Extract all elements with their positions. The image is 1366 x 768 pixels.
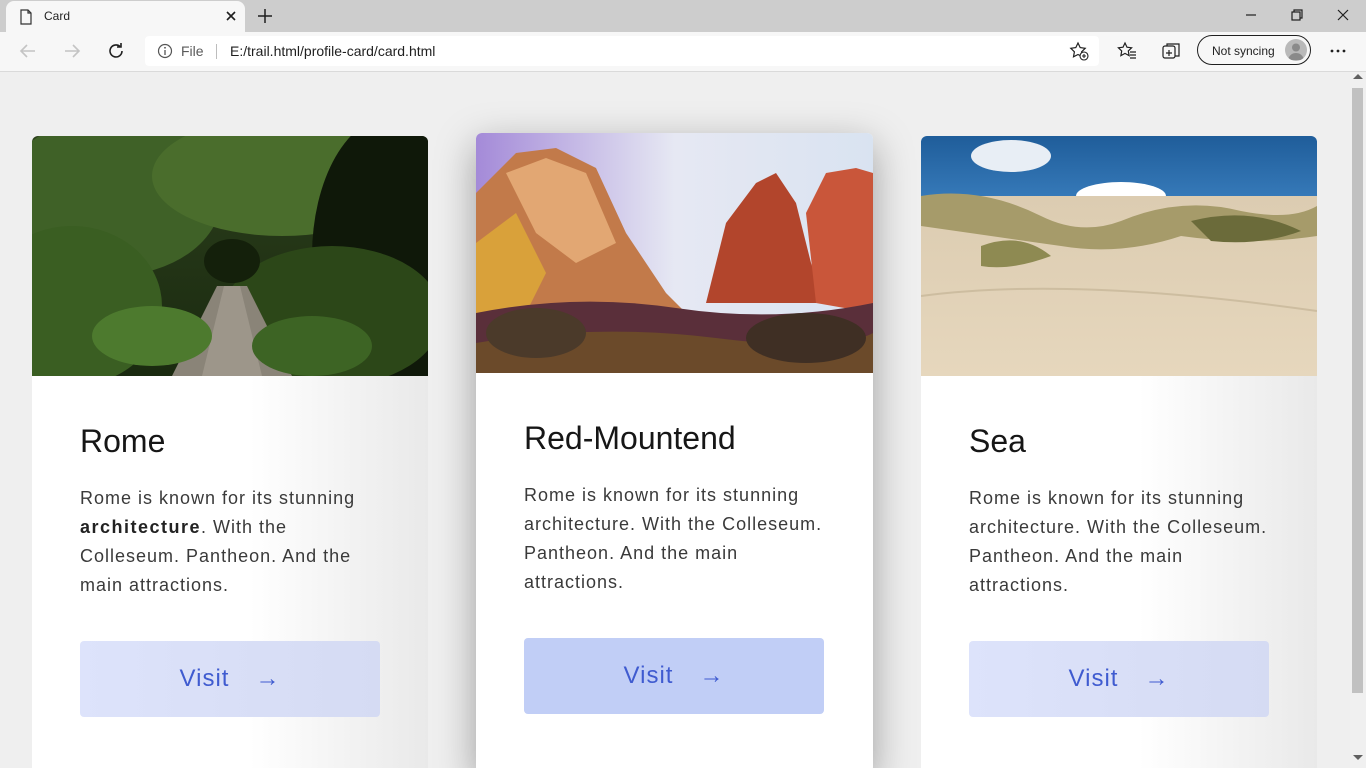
scrollbar-thumb[interactable] (1352, 88, 1363, 693)
red-canyon-image (476, 133, 873, 373)
window-close-icon[interactable] (1333, 5, 1353, 25)
card-description: Rome is known for its stunning architect… (80, 484, 390, 600)
visit-label: Visit (1068, 665, 1119, 692)
restore-icon[interactable] (1287, 5, 1307, 25)
browser-toolbar: File E:/trail.html/profile-card/card.htm… (0, 32, 1366, 72)
back-icon[interactable] (18, 41, 38, 61)
info-icon[interactable] (157, 43, 173, 59)
scheme-label: File (181, 43, 204, 59)
tab-title: Card (44, 9, 71, 23)
address-bar[interactable]: File E:/trail.html/profile-card/card.htm… (145, 36, 1099, 66)
card-title: Sea (969, 423, 1026, 459)
profile-sync-button[interactable]: Not syncing (1197, 35, 1311, 65)
card-title: Red-Mountend (524, 420, 736, 456)
card-title: Rome (80, 423, 166, 459)
scroll-down-icon[interactable] (1353, 755, 1363, 760)
file-icon (20, 9, 32, 25)
card-sea: Sea Rome is known for its stunning archi… (921, 136, 1317, 768)
avatar (1285, 39, 1307, 61)
plus-icon[interactable] (256, 7, 274, 25)
close-icon[interactable] (224, 9, 238, 23)
sand-dunes-image (921, 136, 1317, 376)
arrow-right-icon: → (255, 665, 281, 692)
card-description: Rome is known for its stunning architect… (524, 485, 823, 592)
sync-label: Not syncing (1212, 44, 1275, 58)
browser-tab[interactable]: Card (6, 1, 245, 32)
forest-path-image (32, 136, 428, 376)
forward-icon[interactable] (62, 41, 82, 61)
visit-button[interactable]: Visit → (969, 641, 1269, 717)
visit-label: Visit (623, 662, 674, 689)
more-icon[interactable] (1328, 41, 1348, 61)
collections-icon[interactable] (1161, 41, 1181, 61)
user-icon (1288, 43, 1304, 60)
card-description: Rome is known for its stunning architect… (969, 488, 1268, 595)
url-text[interactable]: E:/trail.html/profile-card/card.html (230, 43, 435, 59)
address-divider (216, 44, 217, 59)
tab-strip: Card (0, 0, 1366, 32)
scroll-up-icon[interactable] (1353, 74, 1363, 79)
card-rome: Rome Rome is known for its stunning arch… (32, 136, 428, 768)
visit-button[interactable]: Visit → (80, 641, 380, 717)
arrow-right-icon: → (699, 662, 725, 689)
visit-button[interactable]: Visit → (524, 638, 824, 714)
card-text-bold: architecture (80, 517, 202, 537)
refresh-icon[interactable] (106, 41, 126, 61)
card-red-mountend: Red-Mountend Rome is known for its stunn… (476, 133, 873, 768)
minimize-icon[interactable] (1241, 5, 1261, 25)
arrow-right-icon: → (1144, 665, 1170, 692)
visit-label: Visit (179, 665, 230, 692)
favorites-icon[interactable] (1117, 41, 1137, 61)
page-viewport: Rome Rome is known for its stunning arch… (0, 72, 1350, 768)
card-text-part: Rome is known for its stunning (80, 488, 356, 508)
add-favorite-icon[interactable] (1069, 41, 1089, 61)
